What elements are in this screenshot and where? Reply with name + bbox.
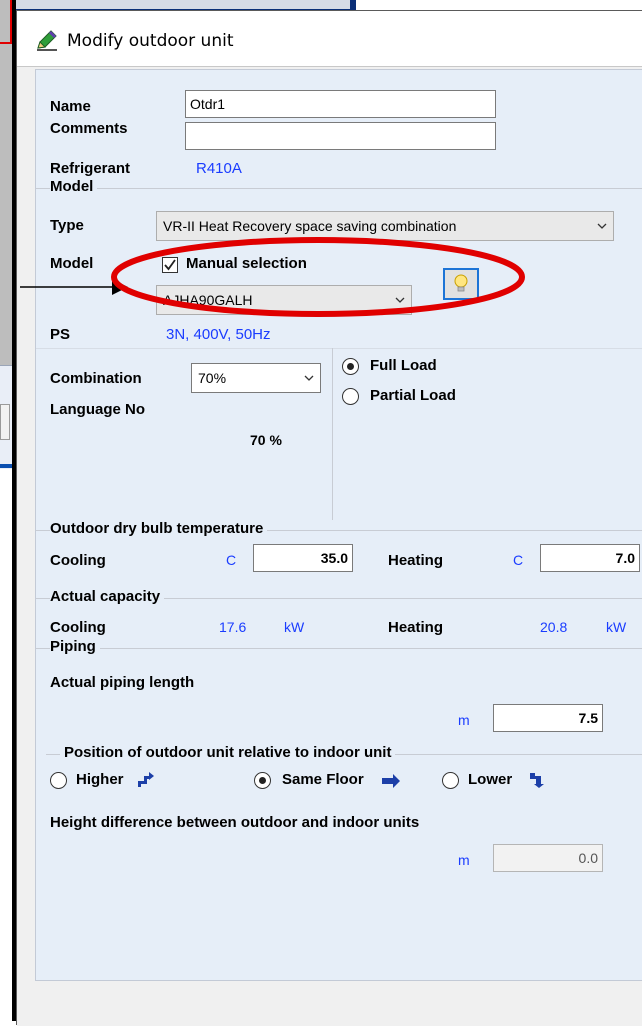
language-no-label: Language No <box>50 401 146 418</box>
annotation-highlight-ellipse <box>111 237 525 317</box>
heating-capacity-label: Heating <box>388 619 444 636</box>
heating-capacity-value: 20.8 <box>540 619 568 635</box>
higher-radio[interactable] <box>50 772 67 789</box>
combination-select-value: 70% <box>198 370 227 386</box>
combination-percent-value: 70 % <box>250 432 282 448</box>
same-floor-radio[interactable] <box>254 772 271 789</box>
cooling-temp-input[interactable]: 35.0 <box>253 544 353 572</box>
position-group-title: Position of outdoor unit relative to ind… <box>60 744 396 761</box>
type-label: Type <box>50 217 84 234</box>
higher-label: Higher <box>76 771 124 788</box>
combination-divider <box>36 348 642 349</box>
name-label: Name <box>50 98 91 115</box>
comments-label: Comments <box>50 120 128 137</box>
piping-group-line <box>36 648 642 649</box>
outdoor-temp-group-title: Outdoor dry bulb temperature <box>50 520 268 537</box>
combination-select[interactable]: 70% <box>191 363 321 393</box>
refrigerant-value: R410A <box>196 160 242 177</box>
lower-radio[interactable] <box>442 772 459 789</box>
height-difference-unit: m <box>458 852 470 868</box>
actual-capacity-group-title: Actual capacity <box>50 588 165 605</box>
model-group-title: Model <box>50 178 98 195</box>
heating-temp-label: Heating <box>388 552 444 569</box>
full-load-label: Full Load <box>370 357 437 374</box>
lower-label: Lower <box>468 771 513 788</box>
partial-load-radio[interactable] <box>342 388 359 405</box>
dialog-title: Modify outdoor unit <box>67 31 234 51</box>
cooling-temp-label: Cooling <box>50 552 106 569</box>
stairs-down-icon <box>530 773 544 788</box>
dialog-titlebar[interactable]: Modify outdoor unit <box>17 11 642 67</box>
actual-piping-length-label: Actual piping length <box>50 674 195 691</box>
refrigerant-label: Refrigerant <box>50 160 131 177</box>
arrow-right-icon <box>382 774 400 788</box>
model-group-line <box>36 188 642 189</box>
ps-value: 3N, 400V, 50Hz <box>166 326 271 343</box>
combination-vertical-divider <box>332 348 333 520</box>
cooling-capacity-value: 17.6 <box>219 619 247 635</box>
stairs-up-icon <box>138 772 154 787</box>
background-window-strip <box>16 0 356 10</box>
comments-input[interactable] <box>185 122 496 150</box>
heating-capacity-unit: kW <box>606 619 627 635</box>
background-highlight-fragment <box>0 0 12 44</box>
dialog-footer <box>17 983 642 1026</box>
same-floor-label: Same Floor <box>282 771 364 788</box>
piping-length-input[interactable]: 7.5 <box>493 704 603 732</box>
background-button-fragment <box>0 404 10 440</box>
chevron-down-icon <box>304 375 314 381</box>
piping-group-title: Piping <box>50 638 100 655</box>
ps-label: PS <box>50 326 71 343</box>
piping-length-unit: m <box>458 712 470 728</box>
name-input[interactable]: Otdr1 <box>185 90 496 118</box>
modify-outdoor-unit-dialog: Modify outdoor unit Name Otdr1 Comments … <box>16 10 642 1026</box>
chevron-down-icon <box>597 223 607 229</box>
heating-temp-input[interactable]: 7.0 <box>540 544 640 572</box>
cooling-temp-unit: C <box>226 552 237 568</box>
full-load-radio[interactable] <box>342 358 359 375</box>
height-difference-label: Height difference between outdoor and in… <box>50 814 420 831</box>
cooling-capacity-unit: kW <box>284 619 305 635</box>
partial-load-label: Partial Load <box>370 387 456 404</box>
combination-label: Combination <box>50 370 142 387</box>
pencil-icon <box>37 30 57 51</box>
dialog-content-panel: Name Otdr1 Comments Refrigerant R410A Mo… <box>35 69 642 981</box>
heating-temp-unit: C <box>513 552 524 568</box>
type-select-value: VR-II Heat Recovery space saving combina… <box>163 218 457 234</box>
cooling-capacity-label: Cooling <box>50 619 106 636</box>
height-difference-input: 0.0 <box>493 844 603 872</box>
